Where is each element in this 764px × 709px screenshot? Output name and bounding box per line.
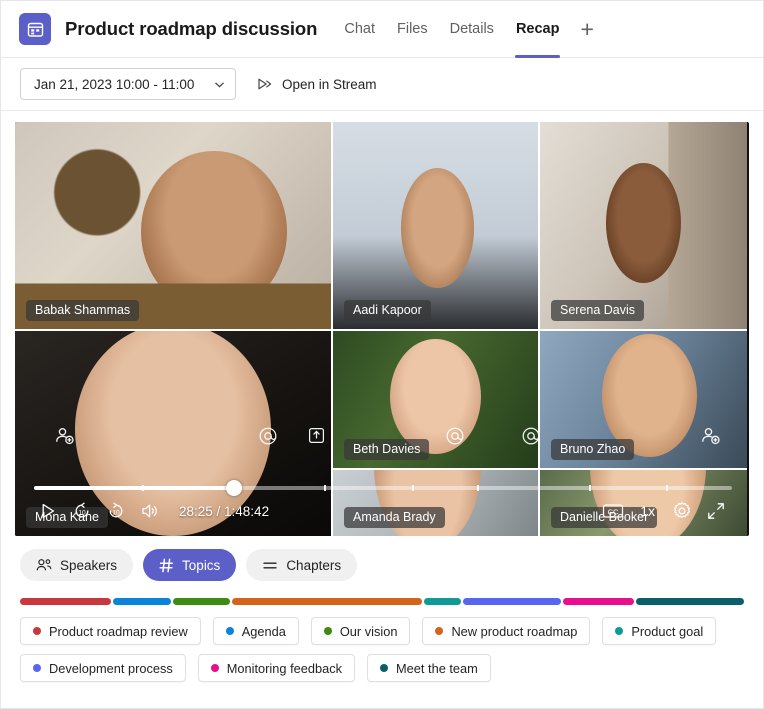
page-title: Product roadmap discussion <box>65 18 317 40</box>
mention-icon[interactable] <box>521 426 541 446</box>
topic-color-dot <box>33 627 41 635</box>
add-tab-button[interactable]: + <box>570 1 603 58</box>
topic-chip-label: Our vision <box>340 624 398 639</box>
participant-tile-bruno-zhao[interactable]: Bruno Zhao <box>540 331 747 468</box>
topic-color-dot <box>615 627 623 635</box>
recap-filter-tabs: Speakers Topics Chapters <box>1 536 763 581</box>
window-header: Product roadmap discussion Chat Files De… <box>1 1 763 58</box>
timeline-segment[interactable] <box>20 598 111 605</box>
topic-color-dot <box>380 664 388 672</box>
topic-chip[interactable]: Meet the team <box>367 654 491 682</box>
timeline-segment[interactable] <box>563 598 634 605</box>
rewind-10-icon[interactable]: 10 <box>65 495 99 527</box>
tab-details[interactable]: Details <box>439 1 505 58</box>
svg-text:CC: CC <box>608 507 619 516</box>
topic-color-dot <box>33 664 41 672</box>
topic-chip-label: New product roadmap <box>451 624 577 639</box>
filter-speakers-label: Speakers <box>60 558 117 573</box>
topic-chip-label: Agenda <box>242 624 286 639</box>
topic-color-dot <box>211 664 219 672</box>
video-frame-detail2 <box>15 122 331 329</box>
date-range-dropdown[interactable]: Jan 21, 2023 10:00 - 11:00 <box>20 68 236 100</box>
stream-play-icon <box>257 77 273 91</box>
tab-recap[interactable]: Recap <box>505 1 571 58</box>
topic-timeline[interactable] <box>20 598 744 605</box>
participant-tile-aadi-kapoor[interactable]: Aadi Kapoor <box>333 122 538 329</box>
filter-chapters[interactable]: Chapters <box>246 549 357 581</box>
topic-chip-label: Monitoring feedback <box>227 661 342 676</box>
participant-name-label: Serena Davis <box>551 300 644 321</box>
participant-grid: Babak Shammas Aadi Kapoor Serena Davis <box>15 122 749 536</box>
participant-tile-beth-davies[interactable]: Beth Davies <box>333 331 538 468</box>
timeline-segment[interactable] <box>232 598 421 605</box>
participant-name-label: Aadi Kapoor <box>344 300 431 321</box>
topic-chip-label: Meet the team <box>396 661 478 676</box>
topic-chip-list: Product roadmap review Agenda Our vision… <box>20 617 746 682</box>
topic-chip[interactable]: Product roadmap review <box>20 617 201 645</box>
participant-tile-serena-davis[interactable]: Serena Davis <box>540 122 747 329</box>
volume-icon[interactable] <box>133 495 167 527</box>
topic-chip-label: Product goal <box>631 624 703 639</box>
topic-chip[interactable]: Development process <box>20 654 186 682</box>
add-person-icon[interactable] <box>55 426 75 446</box>
closed-captions-icon[interactable]: CC <box>596 495 630 527</box>
tab-chat[interactable]: Chat <box>333 1 386 58</box>
video-frame-face <box>401 168 475 288</box>
meeting-video-player[interactable]: Babak Shammas Aadi Kapoor Serena Davis <box>15 122 749 536</box>
timeline-segment[interactable] <box>636 598 744 605</box>
header-tabs: Chat Files Details Recap + <box>333 1 604 58</box>
topic-chip[interactable]: Our vision <box>311 617 411 645</box>
open-in-stream-button[interactable]: Open in Stream <box>257 77 377 92</box>
people-icon <box>36 558 52 572</box>
mention-icon[interactable] <box>445 426 465 446</box>
topic-chip[interactable]: Monitoring feedback <box>198 654 355 682</box>
playback-time: 28:25 / 1:48:42 <box>179 504 269 519</box>
hash-icon <box>159 558 174 573</box>
topic-color-dot <box>324 627 332 635</box>
participant-tile-babak-shammas[interactable]: Babak Shammas <box>15 122 331 329</box>
calendar-meeting-icon <box>19 13 51 45</box>
topic-chip[interactable]: New product roadmap <box>422 617 590 645</box>
filter-topics[interactable]: Topics <box>143 549 236 581</box>
date-range-value: Jan 21, 2023 10:00 - 11:00 <box>34 77 194 92</box>
open-in-stream-label: Open in Stream <box>282 77 377 92</box>
share-up-icon[interactable] <box>307 426 326 445</box>
filter-chapters-label: Chapters <box>286 558 341 573</box>
video-frame-face <box>606 163 681 283</box>
playback-speed-button[interactable]: 1x <box>630 503 665 519</box>
playback-control-row: 10 10 28:25 / 1 <box>15 495 749 527</box>
teams-meeting-recap-window: Product roadmap discussion Chat Files De… <box>0 0 764 709</box>
participant-name-label: Beth Davies <box>344 439 429 460</box>
svg-text:10: 10 <box>112 510 120 517</box>
filter-topics-label: Topics <box>182 558 220 573</box>
timeline-segment[interactable] <box>173 598 230 605</box>
topic-chip[interactable]: Agenda <box>213 617 299 645</box>
participant-name-label: Babak Shammas <box>26 300 139 321</box>
gear-icon[interactable] <box>665 495 699 527</box>
seek-thumb[interactable] <box>226 480 242 496</box>
svg-text:10: 10 <box>78 510 86 517</box>
timeline-segment[interactable] <box>424 598 461 605</box>
list-icon <box>262 559 278 572</box>
recap-toolbar: Jan 21, 2023 10:00 - 11:00 Open in Strea… <box>1 58 763 111</box>
topic-color-dot <box>226 627 234 635</box>
add-person-icon[interactable] <box>701 426 721 446</box>
tab-files[interactable]: Files <box>386 1 439 58</box>
filter-speakers[interactable]: Speakers <box>20 549 133 581</box>
topic-chip-label: Product roadmap review <box>49 624 188 639</box>
play-icon[interactable] <box>31 495 65 527</box>
timeline-segment[interactable] <box>463 598 561 605</box>
topic-chip-label: Development process <box>49 661 173 676</box>
video-frame-face <box>390 339 480 454</box>
participant-name-label: Bruno Zhao <box>551 439 634 460</box>
chevron-down-icon <box>213 78 226 91</box>
mention-icon[interactable] <box>258 426 278 446</box>
fullscreen-icon[interactable] <box>699 495 733 527</box>
topic-chip[interactable]: Product goal <box>602 617 716 645</box>
forward-10-icon[interactable]: 10 <box>99 495 133 527</box>
timeline-segment[interactable] <box>113 598 170 605</box>
topic-color-dot <box>435 627 443 635</box>
